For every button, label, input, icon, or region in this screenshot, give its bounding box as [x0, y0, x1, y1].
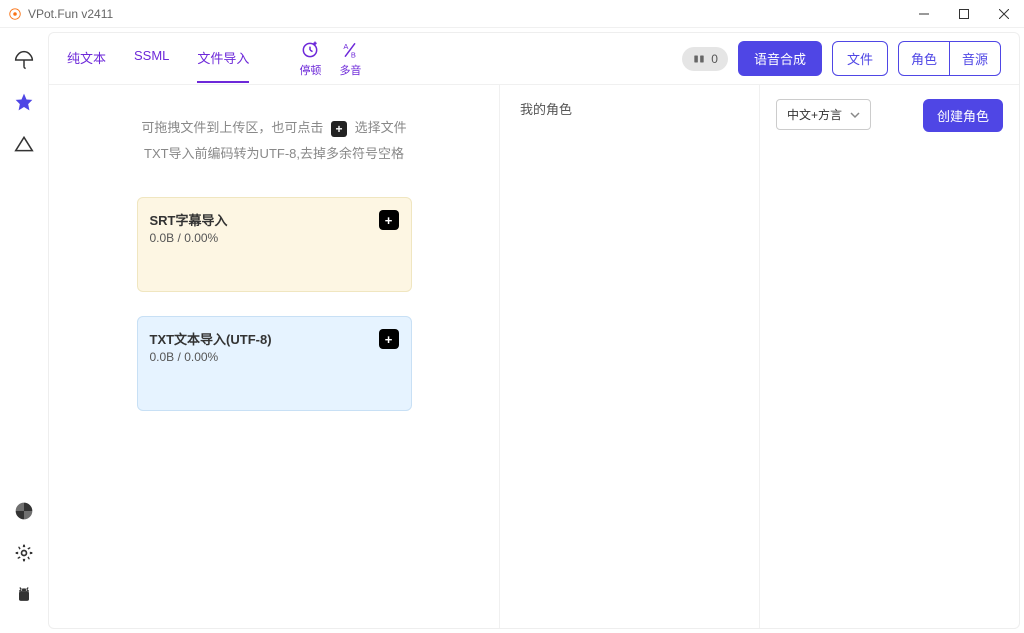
upload-card-txt[interactable]: TXT文本导入(UTF-8) 0.0B / 0.00% + — [137, 316, 412, 411]
txt-add-button[interactable]: + — [379, 329, 399, 349]
source-segment[interactable]: 音源 — [949, 42, 1000, 75]
window-titlebar: VPot.Fun v2411 — [0, 0, 1024, 28]
chevron-down-icon — [850, 110, 860, 120]
txt-card-title: TXT文本导入(UTF-8) — [150, 329, 399, 348]
body-panels: 可拖拽文件到上传区，也可点击 + 选择文件 TXT导入前编码转为UTF-8,去掉… — [49, 85, 1019, 628]
minimize-button[interactable] — [904, 0, 944, 28]
role-source-group: 角色 音源 — [898, 41, 1001, 76]
window-title: VPot.Fun v2411 — [28, 7, 113, 21]
window-controls — [904, 0, 1024, 28]
srt-card-subtitle: 0.0B / 0.00% — [150, 231, 399, 245]
sidebar-item-aperture[interactable] — [12, 499, 36, 523]
role-segment[interactable]: 角色 — [899, 42, 949, 75]
srt-card-title: SRT字幕导入 — [150, 210, 399, 229]
language-dropdown-label: 中文+方言 — [787, 106, 842, 123]
file-button[interactable]: 文件 — [832, 41, 888, 76]
ab-compare-icon: AB — [340, 40, 360, 60]
tab-bar: 纯文本 SSML 文件导入 — [67, 34, 249, 83]
counter-value: 0 — [711, 52, 718, 66]
counter-icon — [692, 52, 706, 66]
sidebar-item-settings[interactable] — [12, 541, 36, 565]
instructions-line1-suffix: 选择文件 — [355, 120, 407, 135]
language-dropdown[interactable]: 中文+方言 — [776, 99, 871, 130]
my-roles-header: 我的角色 — [520, 99, 739, 118]
sidebar-item-umbrella[interactable] — [12, 48, 36, 72]
content-area: 纯文本 SSML 文件导入 停顿 AB 多音 0 语音合成 — [48, 32, 1020, 629]
tab-plaintext[interactable]: 纯文本 — [67, 34, 106, 83]
clock-icon — [300, 40, 320, 60]
panel-left: 可拖拽文件到上传区，也可点击 + 选择文件 TXT导入前编码转为UTF-8,去掉… — [49, 85, 499, 628]
sidebar-item-star[interactable] — [12, 90, 36, 114]
panel-my-roles: 我的角色 — [499, 85, 759, 628]
close-button[interactable] — [984, 0, 1024, 28]
svg-text:B: B — [351, 50, 356, 59]
action-polyphone[interactable]: AB 多音 — [339, 40, 361, 78]
tab-ssml[interactable]: SSML — [134, 34, 169, 83]
synthesize-button[interactable]: 语音合成 — [738, 41, 822, 76]
instructions: 可拖拽文件到上传区，也可点击 + 选择文件 TXT导入前编码转为UTF-8,去掉… — [89, 115, 459, 167]
action-polyphone-label: 多音 — [339, 62, 361, 78]
top-toolbar: 纯文本 SSML 文件导入 停顿 AB 多音 0 语音合成 — [49, 33, 1019, 85]
upload-card-srt[interactable]: SRT字幕导入 0.0B / 0.00% + — [137, 197, 412, 292]
toolbar-actions: 停顿 AB 多音 — [299, 40, 361, 78]
app-sidebar — [0, 28, 48, 633]
instructions-line1-prefix: 可拖拽文件到上传区，也可点击 — [141, 120, 323, 135]
action-pause-label: 停顿 — [299, 62, 321, 78]
sidebar-item-triangle[interactable] — [12, 132, 36, 156]
titlebar-left: VPot.Fun v2411 — [8, 7, 113, 21]
sidebar-item-android[interactable] — [12, 583, 36, 607]
app-icon — [8, 7, 22, 21]
maximize-button[interactable] — [944, 0, 984, 28]
toolbar-right: 0 语音合成 文件 角色 音源 — [682, 41, 1001, 76]
panel-right: 中文+方言 创建角色 — [759, 85, 1019, 628]
counter-badge[interactable]: 0 — [682, 47, 728, 71]
instructions-line2: TXT导入前编码转为UTF-8,去掉多余符号空格 — [89, 141, 459, 167]
srt-add-button[interactable]: + — [379, 210, 399, 230]
svg-text:A: A — [344, 42, 349, 51]
tab-file-import[interactable]: 文件导入 — [197, 34, 249, 83]
action-pause[interactable]: 停顿 — [299, 40, 321, 78]
txt-card-subtitle: 0.0B / 0.00% — [150, 350, 399, 364]
create-role-button[interactable]: 创建角色 — [923, 99, 1003, 132]
plus-icon: + — [331, 121, 347, 137]
